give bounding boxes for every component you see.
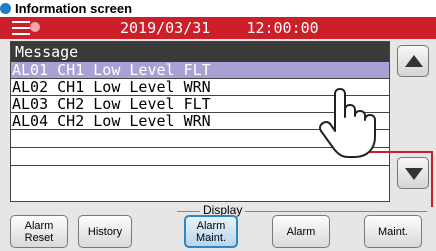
device-screen: 2019/03/31 12:00:00 Message AL01 CH1 Low… (0, 17, 436, 251)
caption: Information screen (0, 0, 132, 16)
alarm-reset-label: Alarm Reset (24, 219, 54, 244)
hand-pointer-icon (318, 88, 376, 158)
bullet-icon (0, 2, 11, 14)
caption-text: Information screen (15, 0, 133, 16)
history-label: History (87, 225, 123, 238)
history-button[interactable]: History (78, 215, 132, 248)
alarm-label: Alarm (286, 225, 316, 238)
maint-label: Maint. (378, 225, 408, 238)
alarm-maint-button[interactable]: Alarm Maint. (184, 215, 238, 248)
alarm-maint-label: Alarm Maint. (196, 219, 226, 244)
maint-button[interactable]: Maint. (364, 215, 422, 248)
alarm-reset-button[interactable]: Alarm Reset (10, 215, 68, 248)
alarm-button[interactable]: Alarm (272, 215, 330, 248)
